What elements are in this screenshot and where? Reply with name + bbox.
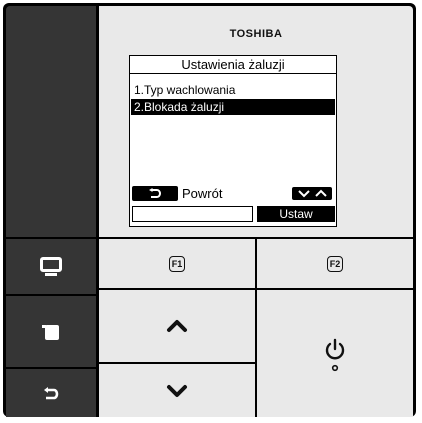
menu-button[interactable] xyxy=(6,294,96,367)
chevron-up-icon xyxy=(167,320,187,332)
left-button-column xyxy=(6,6,96,417)
lcd-f2-label: Ustaw xyxy=(257,206,335,222)
chevron-up-icon xyxy=(314,189,327,197)
lcd-updown-indicator xyxy=(292,187,332,200)
monitor-button[interactable] xyxy=(6,237,96,294)
lcd-f1-label xyxy=(132,206,253,222)
lcd-back-label: Powrót xyxy=(182,186,223,201)
back-icon xyxy=(44,387,59,400)
lcd-back-key xyxy=(132,186,178,201)
f1-icon: F1 xyxy=(169,255,185,272)
up-button[interactable] xyxy=(99,290,255,362)
f2-icon: F2 xyxy=(327,255,343,272)
menu-item-swing-type[interactable]: 1.Typ wachlowania xyxy=(131,82,335,98)
menu-item-louver-lock[interactable]: 2.Blokada żaluzji xyxy=(131,99,335,115)
monitor-icon xyxy=(40,256,62,276)
left-blank-panel xyxy=(6,6,96,237)
f2-button[interactable]: F2 xyxy=(257,239,413,288)
chevron-down-icon xyxy=(297,190,310,198)
back-button[interactable] xyxy=(6,367,96,419)
back-icon xyxy=(149,188,161,198)
chevron-down-icon xyxy=(167,384,187,397)
power-icon xyxy=(325,338,345,371)
f1-button[interactable]: F1 xyxy=(99,239,255,288)
lcd-screen: Ustawienia żaluzji 1.Typ wachlowania 2.B… xyxy=(129,55,337,227)
power-button[interactable] xyxy=(257,290,413,417)
menu-icon xyxy=(42,324,59,340)
down-button[interactable] xyxy=(99,364,255,417)
brand-logo: TOSHIBA xyxy=(229,28,283,40)
lcd-title: Ustawienia żaluzji xyxy=(130,56,336,74)
